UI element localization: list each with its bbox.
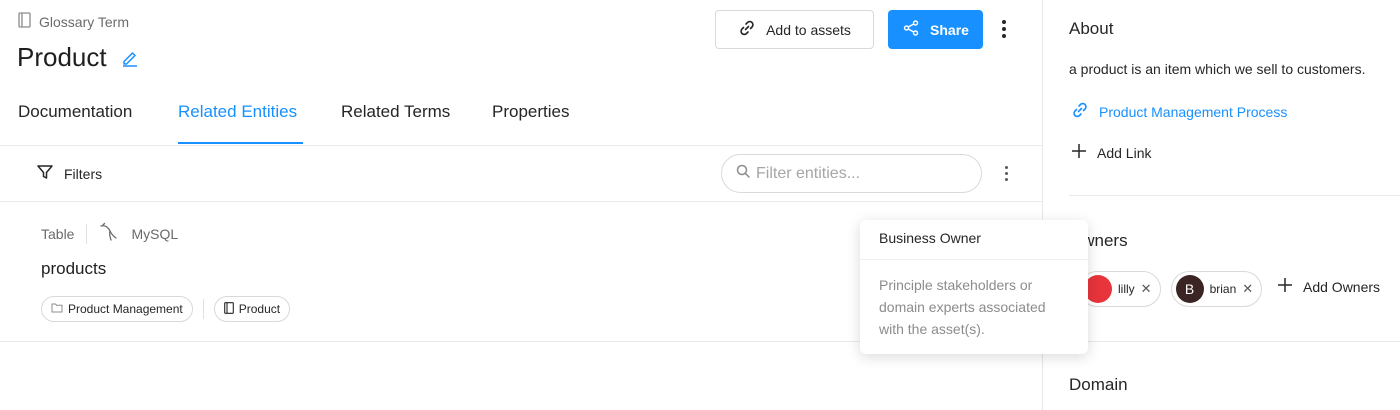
filter-icon (36, 163, 54, 184)
tab-documentation[interactable]: Documentation (18, 102, 132, 122)
add-owners-label: Add Owners (1303, 278, 1381, 295)
owners-divider (1069, 341, 1400, 342)
close-icon[interactable]: ✕ (1141, 281, 1152, 297)
tag-divider (202, 299, 204, 319)
filter-more-options-icon[interactable] (998, 159, 1014, 187)
tab-related-terms[interactable]: Related Terms (341, 102, 450, 122)
book-icon (223, 301, 234, 317)
about-divider (1069, 195, 1400, 196)
share-label: Share (930, 21, 969, 38)
pencil-icon[interactable] (121, 49, 139, 67)
business-owner-tooltip: Business Owner Principle stakeholders or… (860, 220, 1088, 354)
about-description: a product is an item which we sell to cu… (1069, 61, 1366, 77)
product-management-process-link[interactable]: Product Management Process (1071, 101, 1287, 122)
owner-name: lilly (1118, 282, 1135, 296)
glossary-term-tag-label: Product (238, 302, 281, 316)
owners-list: lilly ✕ B brian ✕ (1079, 271, 1263, 307)
entity-tags: Product Management Product (41, 296, 291, 322)
search-icon (736, 164, 750, 183)
tab-related-entities[interactable]: Related Entities (178, 102, 297, 122)
glossary-term-icon (18, 12, 31, 31)
filters-button[interactable]: Filters (36, 163, 102, 184)
meta-divider (86, 223, 88, 244)
filter-entities-input[interactable] (756, 164, 966, 183)
share-button[interactable]: Share (888, 10, 983, 49)
entity-meta: Table MySQL (41, 222, 178, 245)
more-options-icon[interactable] (994, 14, 1014, 44)
add-owners-button[interactable]: Add Owners (1277, 277, 1380, 296)
plus-icon (1277, 277, 1293, 296)
add-link-label: Add Link (1097, 144, 1152, 161)
entity-platform: MySQL (131, 225, 179, 242)
page-title: Product (17, 42, 107, 72)
folder-icon (51, 302, 63, 316)
domain-tag-label: Product Management (68, 302, 183, 316)
tooltip-body: Principle stakeholders or domain experts… (879, 277, 1046, 337)
tab-bar: Documentation Related Entities Related T… (0, 92, 1042, 146)
entity-type: Table (41, 225, 75, 242)
breadcrumb: Glossary Term (18, 12, 129, 31)
link-icon (1071, 101, 1089, 122)
add-to-assets-button[interactable]: Add to assets (715, 10, 874, 49)
link-label: Product Management Process (1099, 103, 1288, 120)
tab-properties[interactable]: Properties (492, 102, 569, 122)
entity-name[interactable]: products (41, 259, 106, 279)
avatar: B (1175, 275, 1204, 303)
filter-bar: Filters (0, 146, 1042, 202)
add-link-button[interactable]: Add Link (1071, 143, 1151, 162)
avatar (1084, 275, 1112, 303)
mysql-icon (99, 222, 119, 245)
share-icon (902, 19, 920, 40)
close-icon[interactable]: ✕ (1242, 281, 1253, 297)
plus-icon (1071, 143, 1087, 162)
domain-tag[interactable]: Product Management (41, 296, 193, 322)
owner-name: brian (1209, 282, 1237, 296)
tooltip-title: Business Owner (860, 220, 1088, 260)
filters-label: Filters (64, 165, 103, 182)
breadcrumb-label: Glossary Term (39, 13, 129, 30)
about-title: About (1069, 19, 1114, 38)
sidebar: About a product is an item which we sell… (1042, 0, 1400, 410)
search-box (721, 154, 982, 193)
owner-chip-lilly[interactable]: lilly ✕ (1079, 271, 1161, 307)
add-to-assets-label: Add to assets (766, 21, 851, 38)
title-row: Product (17, 42, 139, 73)
link-icon (738, 19, 756, 40)
glossary-term-tag[interactable]: Product (213, 296, 291, 322)
domain-title: Domain (1069, 375, 1128, 394)
active-tab-indicator (178, 142, 303, 144)
owner-chip-brian[interactable]: B brian ✕ (1170, 271, 1263, 307)
